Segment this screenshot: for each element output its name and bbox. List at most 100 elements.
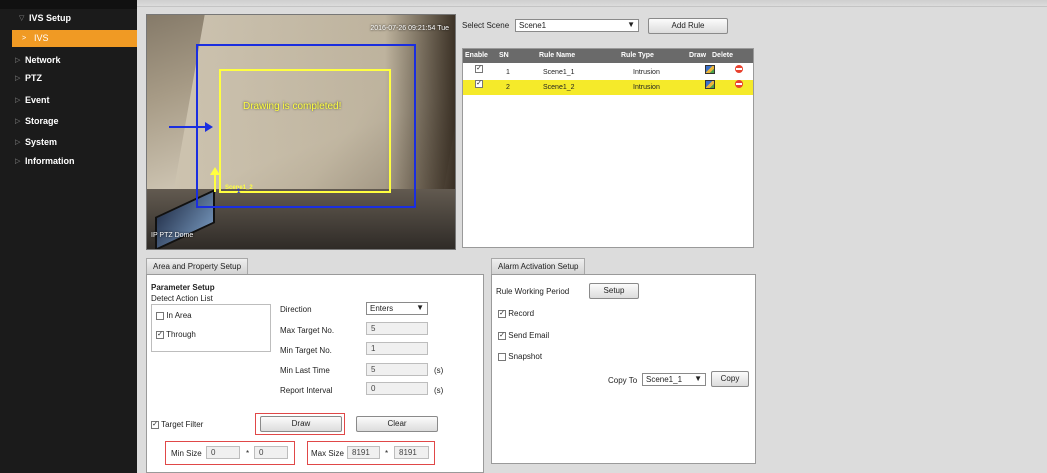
- sidebar-top-bar: [0, 0, 137, 9]
- snapshot-checkbox[interactable]: [498, 352, 506, 361]
- target-filter-label: Target Filter: [161, 420, 204, 429]
- copy-to-label: Copy To: [608, 376, 638, 385]
- sidebar-item-ivs-setup[interactable]: ▽ IVS Setup: [0, 10, 137, 27]
- rule-name: Scene1_1: [543, 69, 575, 76]
- yellow-rule-region: [219, 69, 391, 193]
- direction-label: Direction: [280, 305, 312, 314]
- chevron-right-icon: ▷: [15, 57, 21, 64]
- report-interval-input[interactable]: 0: [366, 382, 428, 395]
- area-property-panel: Parameter Setup Detect Action List In Ar…: [146, 274, 484, 473]
- rule-type: Intrusion: [633, 84, 660, 91]
- tab-alarm-activation-setup[interactable]: Alarm Activation Setup: [491, 258, 586, 274]
- setup-button[interactable]: Setup: [589, 283, 639, 299]
- in-area-checkbox[interactable]: [156, 311, 164, 320]
- record-checkbox[interactable]: ✓: [498, 309, 506, 318]
- max-target-input[interactable]: 5: [366, 322, 428, 335]
- sidebar-item-label: Storage: [25, 116, 59, 126]
- table-row[interactable]: ✓ 1 Scene1_1 Intrusion: [463, 65, 753, 80]
- max-size-height-input[interactable]: 8191: [394, 446, 429, 459]
- send-email-label: Send Email: [508, 331, 550, 340]
- add-rule-button[interactable]: Add Rule: [648, 18, 728, 34]
- sidebar-item-label: IVS: [34, 33, 49, 43]
- top-divider: [137, 0, 1047, 7]
- sidebar-item-system[interactable]: ▷ System: [0, 134, 137, 151]
- direction-select[interactable]: Enters ▼: [366, 302, 428, 315]
- target-filter[interactable]: ✓ Target Filter: [151, 420, 203, 429]
- target-filter-checkbox[interactable]: ✓: [151, 420, 159, 429]
- record-option[interactable]: ✓ Record: [498, 309, 534, 318]
- copy-button[interactable]: Copy: [711, 371, 749, 387]
- rule-table: Enable SN Rule Name Rule Type Draw Delet…: [462, 48, 754, 248]
- blue-arrow-head: [205, 122, 213, 132]
- through-checkbox[interactable]: ✓: [156, 330, 164, 339]
- delete-icon[interactable]: [735, 65, 743, 73]
- sidebar-item-ptz[interactable]: ▷ PTZ: [0, 70, 137, 87]
- min-target-input[interactable]: 1: [366, 342, 428, 355]
- rule-overlay[interactable]: [147, 15, 456, 250]
- min-last-time-unit: (s): [434, 366, 444, 375]
- sidebar-item-event[interactable]: ▷ Event: [0, 92, 137, 109]
- tab-area-property-setup[interactable]: Area and Property Setup: [146, 258, 249, 274]
- send-email-checkbox[interactable]: ✓: [498, 331, 506, 340]
- table-row[interactable]: ✓ 2 Scene1_2 Intrusion: [463, 80, 753, 95]
- copy-to-select[interactable]: Scene1_1 ▼: [642, 373, 706, 386]
- col-delete: Delete: [712, 52, 734, 59]
- clear-button[interactable]: Clear: [356, 416, 438, 432]
- min-target-label: Min Target No.: [280, 346, 332, 355]
- chevron-right-icon: ▷: [15, 97, 21, 104]
- sidebar-item-label: System: [25, 137, 58, 147]
- chevron-down-icon: ▼: [416, 303, 424, 312]
- rule-table-header: Enable SN Rule Name Rule Type Draw Delet…: [463, 49, 753, 63]
- video-preview[interactable]: 2016-07-26 09:21:54 Tue Drawing is compl…: [146, 14, 456, 250]
- video-timestamp: 2016-07-26 09:21:54 Tue: [370, 25, 449, 32]
- sidebar-item-label: PTZ: [25, 73, 42, 83]
- rule-enable-checkbox[interactable]: ✓: [475, 80, 483, 88]
- chevron-right-icon: ▷: [15, 118, 21, 125]
- snapshot-label: Snapshot: [508, 352, 543, 361]
- detect-action-list: In Area ✓ Through: [151, 304, 271, 352]
- chevron-down-icon: ▼: [694, 374, 702, 383]
- max-target-label: Max Target No.: [280, 326, 335, 335]
- draw-icon[interactable]: [705, 80, 715, 89]
- sidebar-item-information[interactable]: ▷ Information: [0, 153, 137, 170]
- parameter-setup-title: Parameter Setup: [151, 283, 215, 292]
- chevron-right-icon: ▷: [15, 158, 21, 165]
- chevron-right-icon: ▷: [15, 75, 21, 82]
- min-size-height-input[interactable]: 0: [254, 446, 288, 459]
- record-label: Record: [508, 309, 535, 318]
- rule-sn: 2: [506, 84, 510, 91]
- delete-icon[interactable]: [735, 80, 743, 88]
- rule-working-period-label: Rule Working Period: [496, 287, 570, 296]
- list-item[interactable]: ✓ Through: [156, 330, 196, 339]
- scene-select[interactable]: Scene1 ▼: [515, 19, 639, 32]
- camera-name: IP PTZ Dome: [151, 232, 194, 239]
- chevron-right-icon: >: [22, 35, 27, 42]
- min-size-label: Min Size: [171, 449, 202, 458]
- min-last-time-input[interactable]: 5: [366, 363, 428, 376]
- sidebar-item-network[interactable]: ▷ Network: [0, 52, 137, 69]
- direction-value: Enters: [370, 304, 394, 313]
- through-label: Through: [166, 330, 196, 339]
- col-sn: SN: [499, 52, 509, 59]
- snapshot-option[interactable]: Snapshot: [498, 352, 542, 361]
- max-size-width-input[interactable]: 8191: [347, 446, 380, 459]
- rule-enable-checkbox[interactable]: ✓: [475, 65, 483, 73]
- sidebar-item-label: Network: [25, 55, 61, 65]
- alarm-activation-panel: Rule Working Period Setup ✓ Record ✓ Sen…: [491, 274, 756, 464]
- col-enable: Enable: [465, 52, 488, 59]
- send-email-option[interactable]: ✓ Send Email: [498, 331, 549, 340]
- blue-rule-label: 1: [237, 189, 241, 195]
- sidebar-item-ivs[interactable]: > IVS: [12, 30, 137, 47]
- sidebar-item-storage[interactable]: ▷ Storage: [0, 113, 137, 130]
- report-interval-unit: (s): [434, 386, 444, 395]
- max-size-times: *: [385, 449, 389, 458]
- sidebar-item-label: IVS Setup: [29, 13, 72, 23]
- draw-icon[interactable]: [705, 65, 715, 74]
- min-size-width-input[interactable]: 0: [206, 446, 240, 459]
- col-rule-name: Rule Name: [539, 52, 576, 59]
- col-rule-type: Rule Type: [621, 52, 654, 59]
- draw-highlight: [255, 413, 345, 435]
- sidebar: ▽ IVS Setup > IVS ▷ Network ▷ PTZ ▷ Even…: [0, 0, 137, 473]
- select-scene-label: Select Scene: [462, 21, 510, 30]
- list-item[interactable]: In Area: [156, 311, 192, 320]
